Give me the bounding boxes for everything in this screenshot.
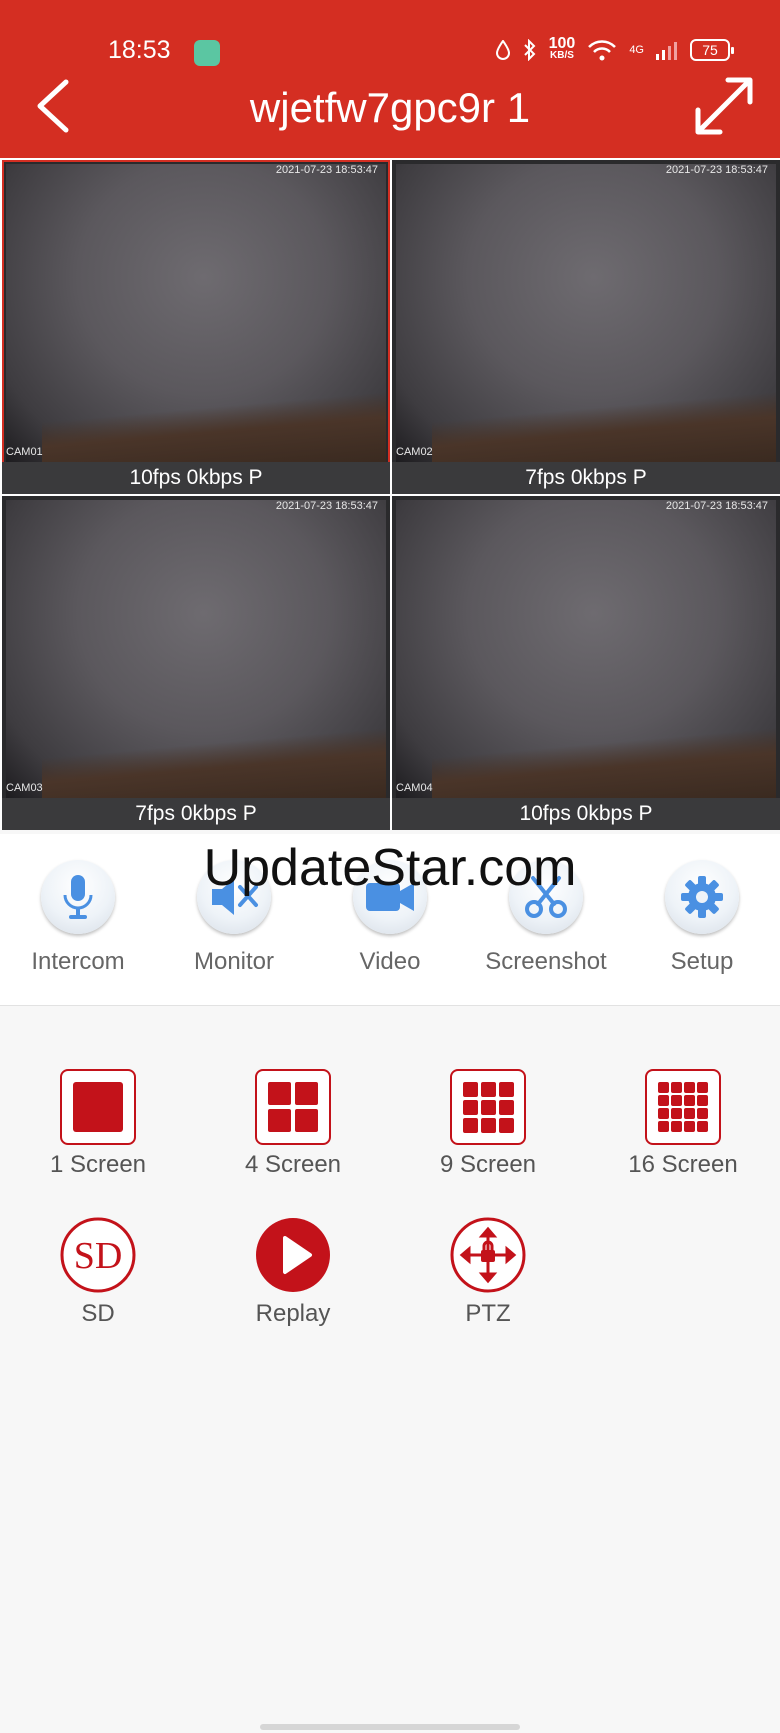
camera-feed-floor — [42, 392, 386, 462]
home-indicator[interactable] — [260, 1724, 520, 1730]
grid-4-icon — [268, 1082, 318, 1132]
battery-indicator: 75 — [690, 39, 734, 61]
layout-icon-frame — [255, 1069, 331, 1145]
bluetooth-icon — [523, 39, 536, 61]
notification-app-icon — [194, 40, 220, 66]
layout-label: 16 Screen — [628, 1151, 738, 1178]
camera-stats: 7fps 0kbps P — [392, 462, 780, 494]
action-label: SD — [81, 1300, 115, 1327]
layout-9-screen-button[interactable]: 9 Screen — [410, 1069, 566, 1179]
network-speed-value: 100 — [548, 35, 576, 52]
camera-name: CAM01 — [6, 446, 43, 458]
camera-name: CAM02 — [396, 446, 433, 458]
sd-card-icon: SD — [60, 1217, 136, 1293]
camera-timestamp: 2021-07-23 18:53:47 — [275, 164, 378, 176]
cellular-label: 4G — [629, 44, 644, 56]
camera-name: CAM04 — [396, 782, 433, 794]
fullscreen-icon[interactable] — [690, 72, 758, 140]
wifi-icon — [588, 40, 617, 61]
grid-9-icon — [462, 1081, 514, 1133]
camera-stats: 10fps 0kbps P — [392, 798, 780, 830]
action-label: Replay — [255, 1300, 331, 1327]
camera-tile-2[interactable]: 2021-07-23 18:53:47 CAM02 7fps 0kbps P — [392, 160, 780, 494]
setup-label: Setup — [670, 948, 734, 975]
action-icon-frame: SD — [59, 1216, 137, 1294]
layout-label: 1 Screen — [49, 1151, 147, 1178]
status-time: 18:53 — [108, 36, 171, 64]
monitor-label: Monitor — [193, 948, 275, 975]
sd-button[interactable]: SD SD — [20, 1216, 176, 1328]
network-speed: 100 KB/S — [548, 35, 576, 62]
watermark-text: UpdateStar.com — [203, 839, 577, 897]
data-saver-icon — [495, 40, 510, 60]
action-icon-frame — [254, 1216, 332, 1294]
sd-card-icon-glyph: SD — [74, 1235, 123, 1277]
grid-16-icon — [658, 1082, 708, 1132]
replay-button[interactable]: Replay — [215, 1216, 371, 1328]
layout-4-screen-button[interactable]: 4 Screen — [215, 1069, 371, 1179]
page-title: wjetfw7gpc9r 1 — [249, 84, 531, 131]
layout-icon-frame — [450, 1069, 526, 1145]
ptz-arrows-icon — [450, 1217, 526, 1293]
layout-label: 9 Screen — [439, 1151, 537, 1178]
camera-stats: 7fps 0kbps P — [2, 798, 390, 830]
status-icons: 100 KB/S 4G 75 — [495, 35, 734, 62]
camera-timestamp: 2021-07-23 18:53:47 — [665, 500, 768, 512]
camera-timestamp: 2021-07-23 18:53:47 — [275, 500, 378, 512]
layout-16-screen-button[interactable]: 16 Screen — [605, 1069, 761, 1179]
video-label: Video — [359, 948, 421, 975]
header-bar: 18:53 100 KB/S 4G 75 wjetfw7gpc9r 1 — [0, 0, 780, 158]
intercom-label: Intercom — [31, 948, 125, 975]
layout-1-screen-button[interactable]: 1 Screen — [20, 1069, 176, 1179]
ptz-button[interactable]: PTZ — [410, 1216, 566, 1328]
camera-feed-floor — [432, 728, 776, 798]
camera-tile-3[interactable]: 2021-07-23 18:53:47 CAM03 7fps 0kbps P — [2, 496, 390, 830]
app-root: 18:53 100 KB/S 4G 75 wjetfw7gpc9r 1 2021… — [0, 0, 780, 1733]
camera-stats: 10fps 0kbps P — [2, 462, 390, 494]
network-speed-unit: KB/S — [550, 50, 574, 61]
action-label: PTZ — [465, 1300, 511, 1327]
layout-label: 4 Screen — [244, 1151, 342, 1178]
camera-tile-4[interactable]: 2021-07-23 18:53:47 CAM04 10fps 0kbps P — [392, 496, 780, 830]
signal-icon — [656, 42, 677, 60]
layout-icon-frame — [645, 1069, 721, 1145]
camera-timestamp: 2021-07-23 18:53:47 — [665, 164, 768, 176]
play-icon — [256, 1218, 330, 1292]
screenshot-label: Screenshot — [485, 948, 607, 975]
camera-feed-floor — [432, 392, 776, 462]
layout-icon-frame — [60, 1069, 136, 1145]
action-icon-frame — [449, 1216, 527, 1294]
grid-1-icon — [73, 1082, 123, 1132]
camera-tile-1[interactable]: 2021-07-23 18:53:47 CAM01 10fps 0kbps P — [2, 160, 390, 494]
camera-feed-floor — [42, 728, 386, 798]
camera-name: CAM03 — [6, 782, 43, 794]
camera-grid: 2021-07-23 18:53:47 CAM01 10fps 0kbps P … — [0, 158, 780, 830]
